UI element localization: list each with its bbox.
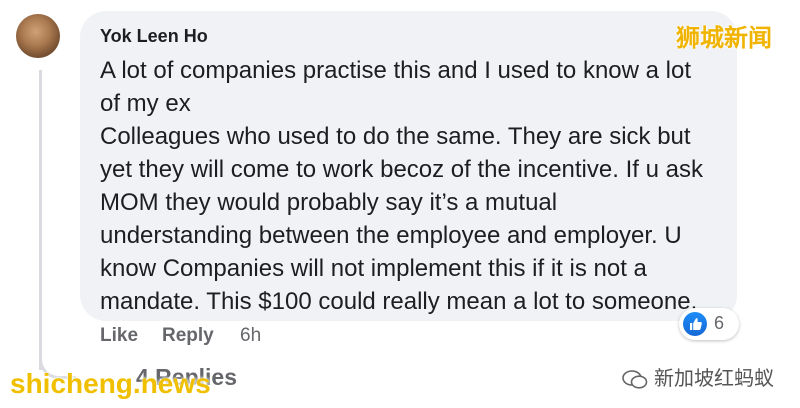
comment-line: yet they will come to work becoz of the …: [100, 156, 703, 183]
comment-line: of my ex: [100, 90, 191, 117]
thread-line: [39, 70, 42, 370]
reaction-count: 6: [714, 313, 725, 333]
avatar[interactable]: [16, 14, 60, 58]
comment-author[interactable]: Yok Leen Ho: [100, 26, 208, 47]
watermark-top-right: 狮城新闻: [676, 25, 772, 52]
comment-line: understanding between the employee and e…: [100, 222, 682, 249]
comment-line: know Companies will not implement this i…: [100, 255, 647, 282]
reply-button[interactable]: Reply: [162, 325, 214, 347]
reaction-summary[interactable]: 6: [679, 308, 739, 340]
like-button[interactable]: Like: [100, 325, 138, 347]
comment-line: MOM they would probably say it’s a mutua…: [100, 189, 558, 216]
comment-line: Colleagues who used to do the same. They…: [100, 123, 691, 150]
watermark-text: 新加坡红蚂蚁: [654, 368, 774, 390]
comment-line: mandate. This $100 could really mean a l…: [100, 288, 698, 315]
wechat-icon: [622, 369, 648, 390]
comment-timestamp[interactable]: 6h: [240, 325, 261, 347]
comment-line: A lot of companies practise this and I u…: [100, 57, 691, 84]
watermark-bottom-left: shicheng.news: [10, 368, 211, 399]
like-icon: [683, 312, 707, 336]
watermark-bottom-right: 新加坡红蚂蚁: [622, 362, 774, 391]
comment-text: A lot of companies practise this and I u…: [100, 54, 730, 318]
